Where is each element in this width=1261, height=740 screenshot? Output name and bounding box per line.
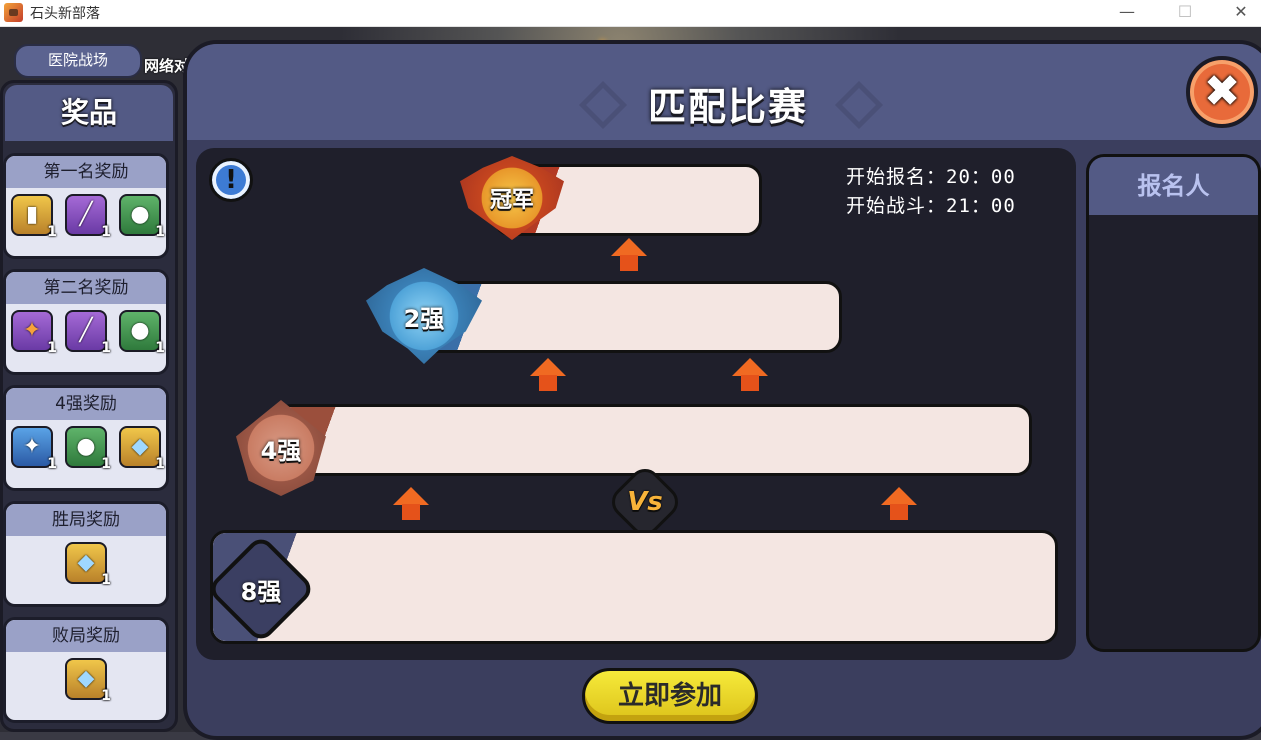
reward-group-second: 第二名奖励 ✦ 1 ╱ 1 ● 1 (3, 269, 169, 375)
scene-tab-hospital[interactable]: 医院战场 (14, 44, 142, 78)
item-qty: 1 (101, 340, 111, 356)
maximize-button[interactable]: ☐ (1162, 0, 1208, 26)
fire-dragon-icon[interactable]: ✦ 1 (11, 310, 57, 356)
top8-badge: 8强 (240, 577, 282, 606)
item-qty: 1 (155, 224, 165, 240)
prize-panel-title: 奖品 (5, 85, 173, 141)
reward-group-title: 胜局奖励 (6, 504, 166, 536)
join-now-button[interactable]: 立即参加 (582, 668, 758, 724)
app-icon (4, 3, 23, 22)
diamond-icon[interactable]: ◆ 1 (65, 658, 111, 704)
reward-group-lose: 败局奖励 ◆ 1 (3, 617, 169, 723)
signup-panel: 报名人 (1086, 154, 1261, 652)
prize-panel: 奖品 第一名奖励 ▮ 1 ╱ 1 ● 1 第二名奖励 ✦ 1 ╱ 1 ● 1 4强奖励 ✦ 1… (0, 80, 178, 732)
item-qty: 1 (101, 456, 111, 472)
top2-slot (410, 281, 842, 353)
reward-group-title: 4强奖励 (6, 388, 166, 420)
item-qty: 1 (101, 572, 111, 588)
diamond-icon[interactable]: ◆ 1 (65, 542, 111, 588)
reward-group-top4: 4强奖励 ✦ 1 ● 1 ◆ 1 (3, 385, 169, 491)
reward-group-title: 第一名奖励 (6, 156, 166, 188)
loot-bag-icon[interactable]: ● 1 (119, 310, 165, 356)
minimize-button[interactable]: — (1104, 0, 1150, 26)
top8-slot (210, 530, 1058, 644)
reward-group-win: 胜局奖励 ◆ 1 (3, 501, 169, 607)
rifle-icon[interactable]: ╱ 1 (65, 310, 111, 356)
item-qty: 1 (47, 456, 57, 472)
gold-cannon-icon[interactable]: ▮ 1 (11, 194, 57, 240)
item-qty: 1 (155, 340, 165, 356)
item-qty: 1 (155, 456, 165, 472)
window-title: 石头新部落 (30, 6, 100, 22)
item-qty: 1 (47, 340, 57, 356)
close-panel-button[interactable]: ✖ (1186, 56, 1258, 128)
loot-bag-icon[interactable]: ● 1 (119, 194, 165, 240)
signup-panel-title: 报名人 (1089, 157, 1258, 215)
reward-group-title: 第二名奖励 (6, 272, 166, 304)
battle-start-time: 开始战斗：21：00 (846, 195, 1016, 217)
window-close-button[interactable]: ✕ (1218, 0, 1261, 26)
blue-dragon-icon[interactable]: ✦ 1 (11, 426, 57, 472)
info-button[interactable]: ! (209, 158, 253, 202)
window-titlebar: 石头新部落 — ☐ ✕ (0, 0, 1261, 27)
match-title: 匹配比赛 (647, 85, 808, 129)
loot-bag-icon[interactable]: ● 1 (65, 426, 111, 472)
reward-group-title: 败局奖励 (6, 620, 166, 652)
close-icon: ✖ (1203, 66, 1241, 117)
item-qty: 1 (101, 224, 111, 240)
vs-label: Vs (627, 487, 663, 517)
info-icon: ! (225, 165, 237, 195)
top4-slot (276, 404, 1032, 476)
diamond-icon[interactable]: ◆ 1 (119, 426, 165, 472)
item-qty: 1 (101, 688, 111, 704)
signup-start-time: 开始报名：20：00 (846, 166, 1016, 188)
rifle-icon[interactable]: ╱ 1 (65, 194, 111, 240)
item-qty: 1 (47, 224, 57, 240)
reward-group-first: 第一名奖励 ▮ 1 ╱ 1 ● 1 (3, 153, 169, 259)
